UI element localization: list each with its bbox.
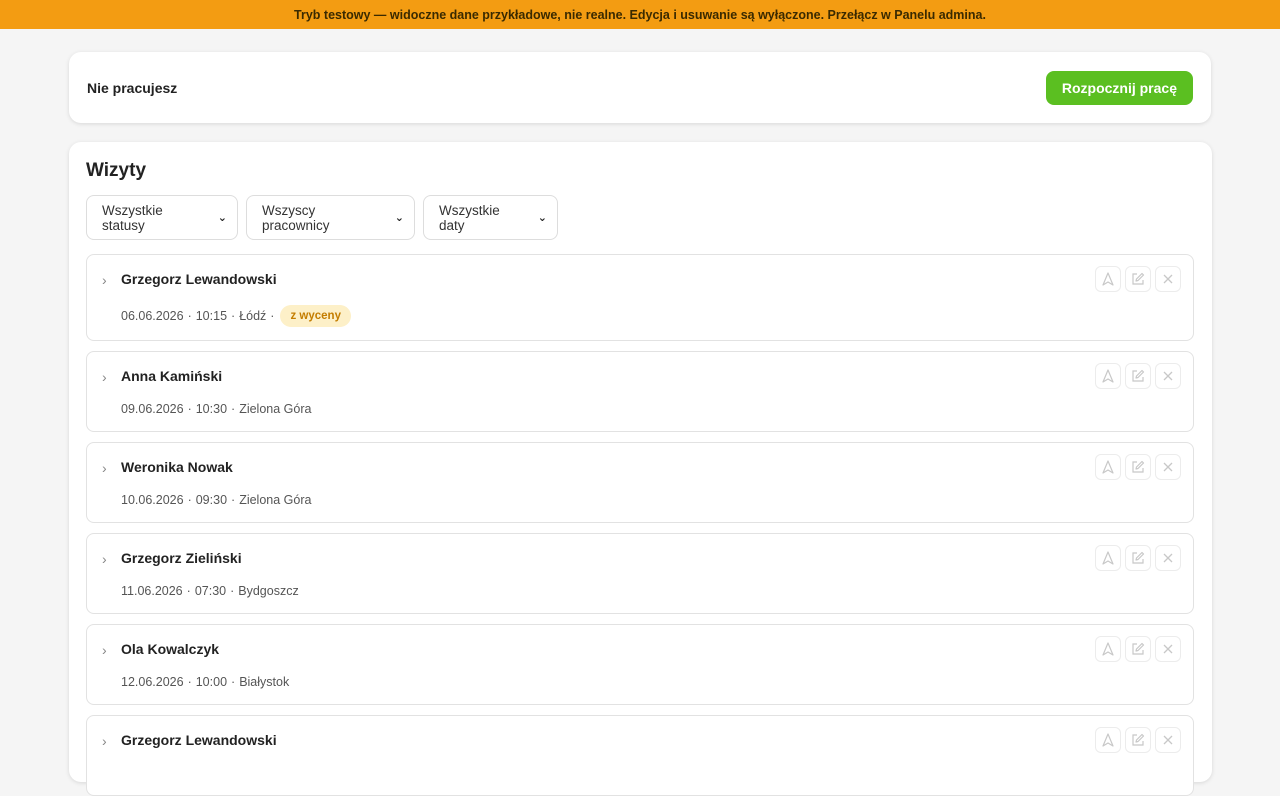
- meta-separator: ·: [187, 402, 192, 416]
- visit-client-name: Grzegorz Lewandowski: [121, 732, 277, 748]
- edit-icon[interactable]: [1125, 454, 1151, 480]
- visit-client-name: Grzegorz Zieliński: [121, 550, 242, 566]
- meta-separator: ·: [187, 493, 192, 507]
- close-icon[interactable]: [1155, 727, 1181, 753]
- visit-actions: [1095, 266, 1181, 292]
- close-icon[interactable]: [1155, 454, 1181, 480]
- visit-meta: 09.06.2026 · 10:30 · Zielona Góra: [121, 402, 311, 416]
- visits-card: Wizyty Wszystkie statusy ⌄ Wszyscy praco…: [69, 142, 1212, 796]
- meta-separator: ·: [231, 493, 236, 507]
- visit-time: 10:15: [195, 309, 228, 323]
- worker-filter-value: Wszyscy pracownicy: [262, 202, 330, 233]
- visit-actions: [1095, 454, 1181, 480]
- test-mode-banner-text: Tryb testowy — widoczne dane przykładowe…: [294, 7, 986, 22]
- visit-date: 11.06.2026: [121, 584, 183, 598]
- status-filter-value: Wszystkie statusy: [102, 202, 163, 233]
- meta-separator: ·: [231, 402, 236, 416]
- visit-city: Bydgoszcz: [238, 584, 299, 598]
- visit-meta: 11.06.2026 · 07:30 · Bydgoszcz: [121, 584, 299, 598]
- meta-separator: ·: [187, 675, 192, 689]
- edit-icon[interactable]: [1125, 266, 1151, 292]
- visit-filters: Wszystkie statusy ⌄ Wszyscy pracownicy ⌄…: [86, 195, 558, 240]
- meta-separator: ·: [187, 309, 192, 323]
- worker-filter-select[interactable]: Wszyscy pracownicy ⌄: [246, 195, 415, 240]
- navigation-arrow-icon[interactable]: [1095, 545, 1121, 571]
- close-icon[interactable]: [1155, 545, 1181, 571]
- close-icon[interactable]: [1155, 363, 1181, 389]
- meta-separator: ·: [230, 584, 235, 598]
- visit-date: 06.06.2026: [121, 309, 184, 323]
- visit-actions: [1095, 636, 1181, 662]
- date-filter-value: Wszystkie daty: [439, 202, 500, 233]
- visits-title: Wizyty: [86, 160, 147, 181]
- meta-separator: ·: [186, 584, 191, 598]
- visit-time: 09:30: [195, 493, 228, 507]
- visit-date: 09.06.2026: [121, 402, 184, 416]
- test-mode-banner: Tryb testowy — widoczne dane przykładowe…: [0, 0, 1280, 29]
- work-status-card: Nie pracujesz Rozpocznij pracę: [69, 52, 1211, 123]
- edit-icon[interactable]: [1125, 363, 1151, 389]
- navigation-arrow-icon[interactable]: [1095, 266, 1121, 292]
- visit-meta: 12.06.2026 · 10:00 · Białystok: [121, 675, 289, 689]
- visit-row[interactable]: › Anna Kamiński 09.06.2026 · 10:30 · Zie…: [86, 351, 1194, 432]
- visit-city: Łódź: [239, 309, 267, 323]
- chevron-down-icon: ⌄: [537, 212, 547, 224]
- work-status-text: Nie pracujesz: [87, 79, 178, 96]
- chevron-right-icon[interactable]: ›: [102, 369, 107, 385]
- visit-row[interactable]: › Grzegorz Zieliński 11.06.2026 · 07:30 …: [86, 533, 1194, 614]
- visit-time: 07:30: [194, 584, 227, 598]
- visit-client-name: Ola Kowalczyk: [121, 641, 220, 657]
- chevron-right-icon[interactable]: ›: [102, 460, 107, 476]
- visit-client-name: Anna Kamiński: [121, 368, 223, 384]
- navigation-arrow-icon[interactable]: [1095, 727, 1121, 753]
- visit-city: Zielona Góra: [239, 493, 312, 507]
- visit-time: 10:00: [195, 675, 228, 689]
- visit-row[interactable]: › Grzegorz Lewandowski 06.06.2026 · 10:1…: [86, 254, 1194, 341]
- close-icon[interactable]: [1155, 266, 1181, 292]
- meta-separator: ·: [231, 309, 236, 323]
- visit-actions: [1095, 727, 1181, 753]
- navigation-arrow-icon[interactable]: [1095, 454, 1121, 480]
- visit-client-name: Weronika Nowak: [121, 459, 233, 475]
- visit-row[interactable]: › Ola Kowalczyk 12.06.2026 · 10:00 · Bia…: [86, 624, 1194, 705]
- navigation-arrow-icon[interactable]: [1095, 363, 1121, 389]
- visit-city: Zielona Góra: [239, 402, 312, 416]
- visit-meta: 06.06.2026 · 10:15 · Łódź · z wyceny: [121, 305, 351, 327]
- visit-actions: [1095, 363, 1181, 389]
- meta-separator: ·: [231, 675, 236, 689]
- chevron-down-icon: ⌄: [217, 212, 227, 224]
- chevron-right-icon[interactable]: ›: [102, 272, 107, 288]
- visit-row[interactable]: › Weronika Nowak 10.06.2026 · 09:30 · Zi…: [86, 442, 1194, 523]
- visit-client-name: Grzegorz Lewandowski: [121, 271, 277, 287]
- chevron-right-icon[interactable]: ›: [102, 642, 107, 658]
- status-filter-select[interactable]: Wszystkie statusy ⌄: [86, 195, 238, 240]
- edit-icon[interactable]: [1125, 636, 1151, 662]
- meta-separator: ·: [270, 309, 275, 323]
- navigation-arrow-icon[interactable]: [1095, 636, 1121, 662]
- date-filter-select[interactable]: Wszystkie daty ⌄: [423, 195, 558, 240]
- edit-icon[interactable]: [1125, 727, 1151, 753]
- quote-badge: z wyceny: [280, 305, 351, 327]
- visit-date: 10.06.2026: [121, 493, 184, 507]
- start-work-button[interactable]: Rozpocznij pracę: [1045, 70, 1193, 105]
- edit-icon[interactable]: [1125, 545, 1151, 571]
- visit-meta: 10.06.2026 · 09:30 · Zielona Góra: [121, 493, 311, 507]
- close-icon[interactable]: [1155, 636, 1181, 662]
- visit-row[interactable]: › Grzegorz Lewandowski: [86, 715, 1194, 796]
- visit-date: 12.06.2026: [121, 675, 184, 689]
- visit-city: Białystok: [239, 675, 290, 689]
- chevron-right-icon[interactable]: ›: [102, 733, 107, 749]
- visit-time: 10:30: [195, 402, 228, 416]
- chevron-right-icon[interactable]: ›: [102, 551, 107, 567]
- chevron-down-icon: ⌄: [394, 212, 404, 224]
- visit-actions: [1095, 545, 1181, 571]
